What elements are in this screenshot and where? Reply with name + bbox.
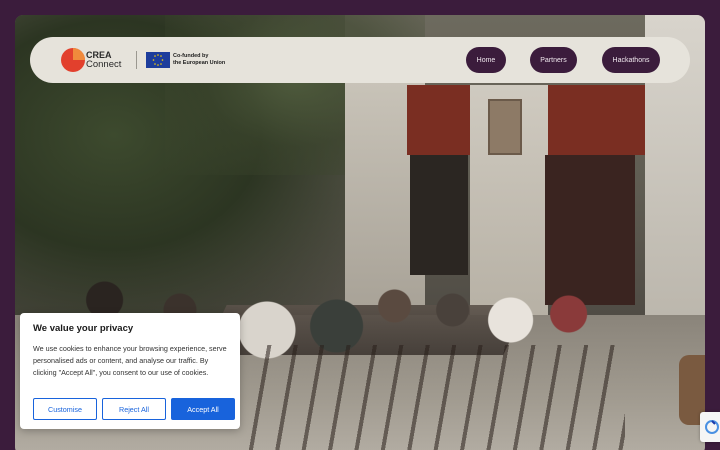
hero-tile [488, 99, 522, 155]
nav-hackathons-button[interactable]: Hackathons [602, 47, 660, 73]
accept-all-button[interactable]: Accept All [171, 398, 235, 420]
nav-home-button[interactable]: Home [466, 47, 506, 73]
header-divider [136, 51, 137, 69]
site-header: CREA Connect Co-funded by the European U… [30, 37, 690, 83]
cookie-consent-dialog: We value your privacy We use cookies to … [20, 313, 240, 429]
recaptcha-logo-icon [705, 420, 719, 434]
nav-partners-button[interactable]: Partners [530, 47, 577, 73]
crea-connect-logo-icon[interactable] [60, 46, 86, 74]
cookie-title: We value your privacy [33, 323, 134, 334]
eu-text-line1: Co-funded by [173, 53, 209, 59]
hero-chairs [245, 345, 625, 450]
eu-text-line2: the European Union [173, 60, 226, 66]
eu-flag-icon [146, 52, 170, 68]
brand-name[interactable]: CREA Connect [86, 51, 122, 70]
eu-funding-text: Co-funded by the European Union [173, 53, 233, 67]
cookie-body: We use cookies to enhance your browsing … [33, 344, 227, 377]
recaptcha-icon[interactable] [700, 412, 720, 442]
reject-all-button[interactable]: Reject All [102, 398, 166, 420]
brand-line2: Connect [86, 59, 122, 70]
customise-button[interactable]: Customise [33, 398, 97, 420]
cookie-buttons: Customise Reject All Accept All [33, 398, 235, 420]
